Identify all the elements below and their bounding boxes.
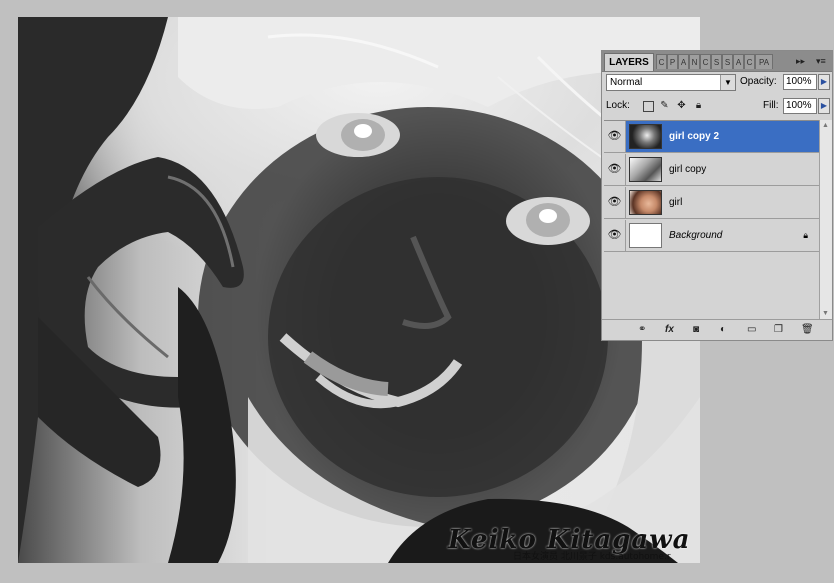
layer-name: girl copy 2 [669, 131, 720, 142]
lock-all-icon[interactable]: 🔒︎ [693, 100, 704, 111]
tab-styles[interactable]: S [722, 54, 733, 69]
new-layer-icon[interactable]: ❐ [774, 323, 783, 336]
blend-mode-value: Normal [610, 77, 643, 88]
layer-row[interactable]: 👁︎ girl copy 2 [604, 121, 822, 153]
tab-paths[interactable]: P [667, 54, 678, 69]
layers-list: 👁︎ girl copy 2 👁︎ girl copy 👁︎ girl 👁︎ B… [604, 120, 822, 321]
tab-channels[interactable]: C [656, 54, 667, 69]
panel-expand-button[interactable]: ▸▸ [796, 53, 805, 69]
mask-icon[interactable]: ◙ [693, 323, 699, 336]
trash-icon[interactable]: 🗑︎ [801, 323, 814, 336]
layers-footer: ⚭ fx ◙ ◐ ▭ ❐ 🗑︎ [602, 319, 832, 340]
tab-swatches[interactable]: S [711, 54, 722, 69]
layer-row[interactable]: 👁︎ girl copy [604, 154, 822, 186]
lock-move-icon[interactable]: ✥ [676, 100, 687, 111]
opacity-label: Opacity: [740, 76, 777, 87]
layer-row[interactable]: 👁︎ girl [604, 187, 822, 219]
adjustment-icon[interactable]: ◐ [720, 323, 726, 336]
tab-actions[interactable]: A [678, 54, 689, 69]
inverted-portrait-image [18, 17, 700, 563]
eye-icon[interactable]: 👁︎ [604, 187, 626, 218]
layer-name: Background [669, 230, 723, 241]
blend-row: Normal ▼ Opacity: 100% ▶ [605, 73, 831, 93]
chevron-down-icon: ▼ [720, 75, 735, 90]
lock-label: Lock: [606, 100, 630, 111]
layers-panel: LAYERS C P A N C S S A C PA ▸▸ ▾≡ Normal… [601, 50, 833, 341]
lock-row: Lock: ✎ ✥ 🔒︎ Fill: 100% ▶ [605, 97, 831, 117]
panel-tab-bar: LAYERS C P A N C S S A C PA ▸▸ ▾≡ [602, 51, 832, 72]
eye-icon[interactable]: 👁︎ [604, 121, 626, 152]
tab-character[interactable]: C [744, 54, 755, 69]
eye-icon[interactable]: 👁︎ [604, 154, 626, 185]
tab-adjustments[interactable]: A [733, 54, 744, 69]
tab-navigator[interactable]: N [689, 54, 700, 69]
fx-icon[interactable]: fx [665, 323, 674, 336]
watermark-subtitle: 日本女演员 北川景子 kds.autohome.r [513, 552, 671, 562]
layer-thumbnail [629, 157, 662, 182]
lock-transparent-icon[interactable] [643, 101, 654, 112]
layer-row[interactable]: 👁︎ Background 🔒︎ [604, 220, 822, 252]
blend-mode-select[interactable]: Normal ▼ [606, 74, 736, 91]
layer-thumbnail [629, 124, 662, 149]
document-canvas[interactable]: Keiko Kitagawa 日本女演员 北川景子 kds.autohome.r [18, 17, 700, 563]
opacity-input[interactable]: 100% [783, 74, 817, 90]
tab-layers[interactable]: LAYERS [604, 53, 654, 71]
layers-scrollbar[interactable]: ▲ ▼ [819, 120, 832, 320]
eye-icon[interactable]: 👁︎ [604, 220, 626, 251]
opacity-slider-button[interactable]: ▶ [818, 74, 830, 90]
layer-name: girl [669, 197, 683, 208]
lock-brush-icon[interactable]: ✎ [659, 100, 670, 111]
link-icon[interactable]: ⚭ [638, 323, 646, 336]
layer-thumbnail [629, 223, 662, 248]
lock-icon: 🔒︎ [803, 230, 808, 240]
fill-label: Fill: [763, 100, 779, 111]
fill-slider-button[interactable]: ▶ [818, 98, 830, 114]
layer-name: girl copy [669, 164, 707, 175]
tab-color[interactable]: C [700, 54, 711, 69]
layer-thumbnail [629, 190, 662, 215]
folder-icon[interactable]: ▭ [747, 323, 756, 336]
fill-input[interactable]: 100% [783, 98, 817, 114]
tab-paragraph[interactable]: PA [755, 54, 773, 69]
scroll-up-icon[interactable]: ▲ [820, 120, 831, 132]
panel-menu-button[interactable]: ▾≡ [816, 53, 826, 69]
